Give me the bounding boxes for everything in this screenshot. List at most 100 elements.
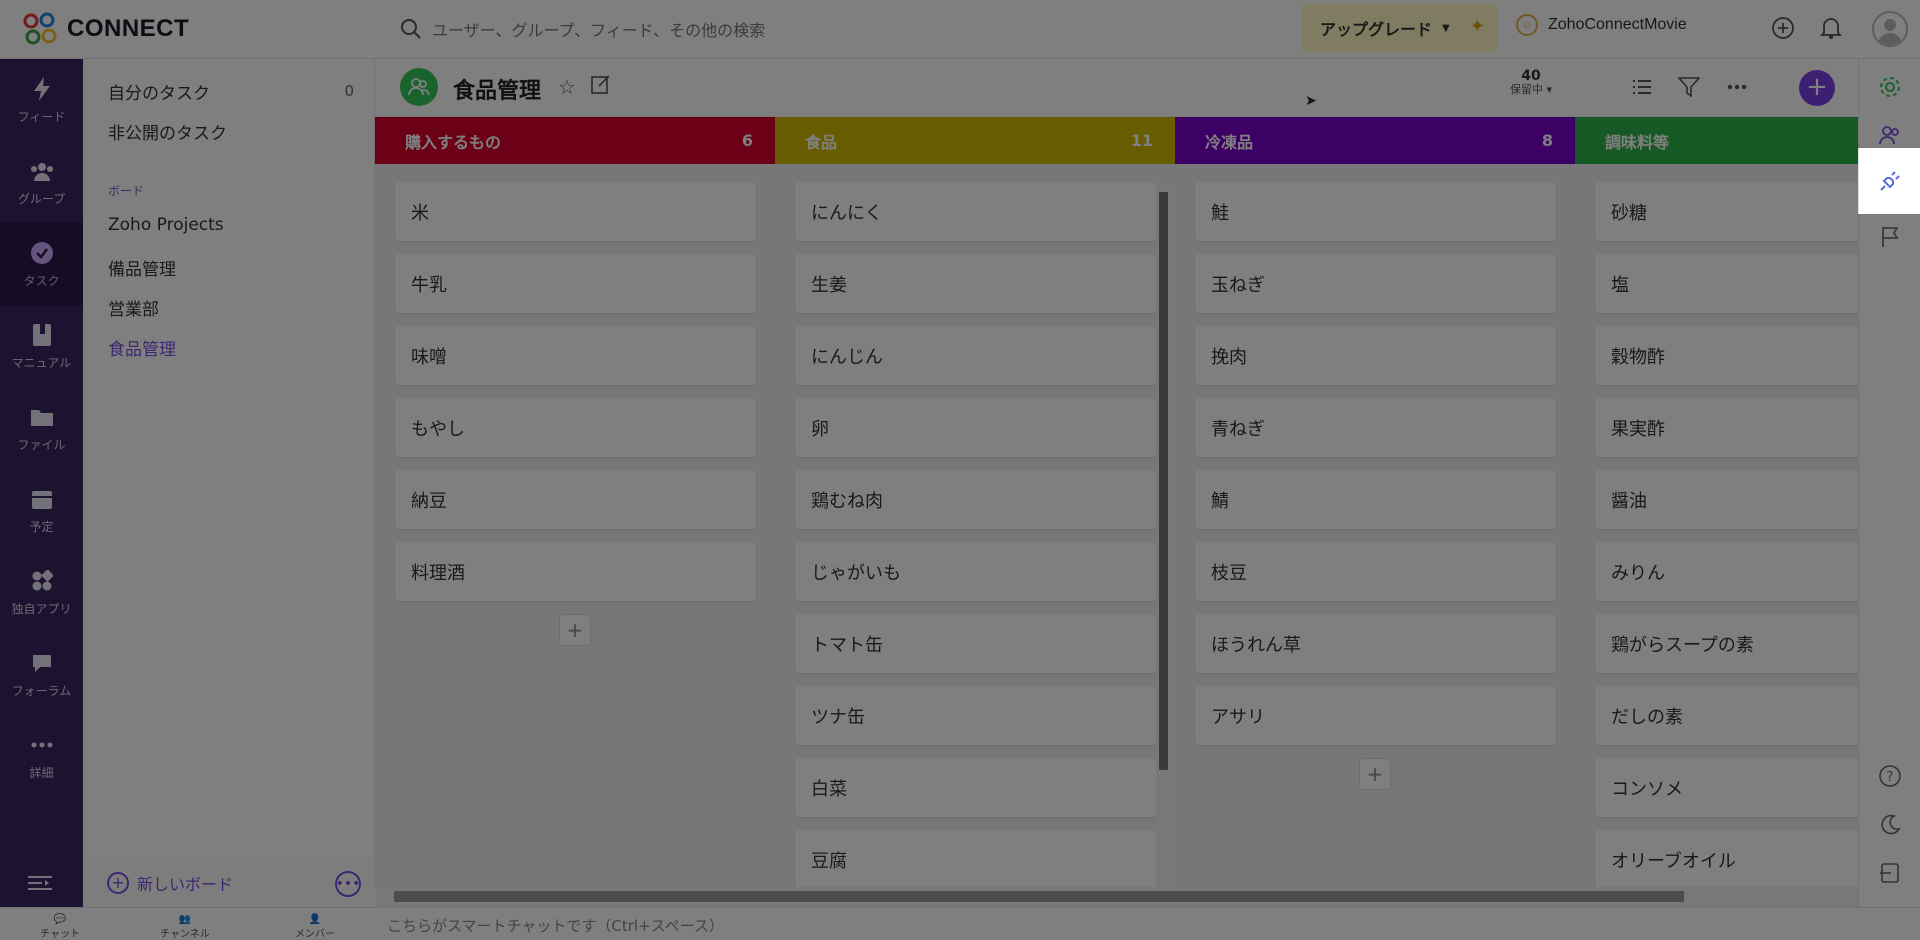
task-card[interactable]: にんじん <box>795 326 1156 385</box>
task-card[interactable]: 鶏がらスープの素 <box>1595 614 1858 673</box>
task-card[interactable]: 鮭 <box>1195 182 1556 241</box>
add-task-button[interactable]: + <box>1799 70 1835 106</box>
task-card[interactable]: 塩 <box>1595 254 1858 313</box>
task-card[interactable]: 米 <box>395 182 756 241</box>
sidebar-item-private-tasks[interactable]: 非公開のタスク <box>108 119 227 144</box>
collapse-nav-icon[interactable] <box>28 875 52 895</box>
search-bar[interactable]: ユーザー、グループ、フィード、その他の検索 <box>400 14 1000 44</box>
vertical-scrollbar[interactable] <box>1156 182 1171 887</box>
new-board-bar: + 新しいボード ••• <box>83 857 375 907</box>
filter-icon[interactable] <box>1676 74 1702 100</box>
my-tasks-count: 0 <box>344 82 354 100</box>
app-logo[interactable]: CONNECT <box>21 11 189 47</box>
list-view-icon[interactable] <box>1629 74 1655 100</box>
new-board-button[interactable]: 新しいボード <box>137 871 233 895</box>
task-card[interactable]: じゃがいも <box>795 542 1156 601</box>
task-card[interactable]: アサリ <box>1195 686 1556 745</box>
edit-board-icon[interactable] <box>590 74 612 100</box>
task-card[interactable]: ツナ缶 <box>795 686 1156 745</box>
task-card[interactable]: 牛乳 <box>395 254 756 313</box>
task-card[interactable]: 味噌 <box>395 326 756 385</box>
tab-label: メンバー <box>295 929 335 940</box>
add-board-icon[interactable]: + <box>107 871 129 894</box>
column-title: 食品 <box>805 132 838 152</box>
smart-chat-input[interactable]: こちらがスマートチャットです（Ctrl+スペース） <box>387 915 724 936</box>
nav-item-manual[interactable]: マニュアル <box>0 305 83 387</box>
task-card[interactable]: 鶏むね肉 <box>795 470 1156 529</box>
avatar[interactable] <box>1872 11 1908 47</box>
task-card[interactable]: 醤油 <box>1595 470 1858 529</box>
nav-item-feed[interactable]: フィード <box>0 59 83 141</box>
task-card[interactable]: 卵 <box>795 398 1156 457</box>
task-card[interactable]: 白菜 <box>795 758 1156 817</box>
more-actions-icon[interactable] <box>1724 74 1750 100</box>
tab-members[interactable]: 👤 メンバー <box>285 914 345 940</box>
add-card-button[interactable]: + <box>559 614 591 646</box>
nav-item-groups[interactable]: グループ <box>0 141 83 223</box>
task-card[interactable]: 砂糖 <box>1595 182 1858 241</box>
members-icon[interactable] <box>1876 121 1904 149</box>
sidebar-item-board[interactable]: Zoho Projects <box>108 215 224 235</box>
column-header[interactable]: 食品 11 <box>775 117 1175 164</box>
search-input[interactable]: ユーザー、グループ、フィード、その他の検索 <box>432 17 765 41</box>
hold-filter[interactable]: 40 保留中 ▾ <box>1510 69 1552 97</box>
left-nav: フィード グループ タスク マニュアル ファイル 予定 独自アプリ フォーラム … <box>0 59 83 907</box>
column-header[interactable]: 購入するもの 6 <box>375 117 775 164</box>
plug-icon <box>1879 171 1900 191</box>
apps-icon <box>29 568 55 594</box>
sidebar-item-board[interactable]: 営業部 <box>108 295 159 320</box>
scrollbar-thumb[interactable] <box>394 891 1684 902</box>
task-card[interactable]: 料理酒 <box>395 542 756 601</box>
sidebar-item-my-tasks[interactable]: 自分のタスク <box>108 79 210 104</box>
flag-icon[interactable] <box>1876 223 1904 251</box>
org-switcher[interactable]: ☺ ZohoConnectMovie <box>1516 14 1687 36</box>
task-card[interactable]: 豆腐 <box>795 830 1156 889</box>
task-card[interactable]: だしの素 <box>1595 686 1858 745</box>
scrollbar-thumb[interactable] <box>1159 192 1168 770</box>
screen-share-icon[interactable] <box>1876 859 1904 887</box>
task-card[interactable]: コンソメ <box>1595 758 1858 817</box>
top-bar: CONNECT ユーザー、グループ、フィード、その他の検索 アップグレード ▼ … <box>0 0 1920 59</box>
more-options-icon[interactable]: ••• <box>335 871 361 897</box>
task-card[interactable]: もやし <box>395 398 756 457</box>
sidebar-item-board-active[interactable]: 食品管理 <box>108 335 176 360</box>
nav-item-more[interactable]: 詳細 <box>0 715 83 797</box>
task-card[interactable]: 枝豆 <box>1195 542 1556 601</box>
task-card[interactable]: 鯖 <box>1195 470 1556 529</box>
task-card[interactable]: 玉ねぎ <box>1195 254 1556 313</box>
upgrade-button[interactable]: アップグレード ▼ ✦ <box>1302 4 1497 52</box>
tab-channel[interactable]: 👥 チャンネル <box>155 914 215 940</box>
nav-item-calendar[interactable]: 予定 <box>0 469 83 551</box>
nav-item-tasks[interactable]: タスク <box>0 223 83 305</box>
board-column: 購入するもの 6 米 牛乳 味噌 もやし 納豆 料理酒 + <box>375 117 775 889</box>
bottom-bar: 💬 チャット 👥 チャンネル 👤 メンバー こちらがスマートチャットです（Ctr… <box>0 907 1920 940</box>
task-card[interactable]: 果実酢 <box>1595 398 1858 457</box>
board-column: 食品 11 にんにく 生姜 にんじん 卵 鶏むね肉 じゃがいも トマト缶 ツナ缶… <box>775 117 1175 889</box>
nav-item-apps[interactable]: 独自アプリ <box>0 551 83 633</box>
nav-item-files[interactable]: ファイル <box>0 387 83 469</box>
task-card[interactable]: 穀物酢 <box>1595 326 1858 385</box>
bell-icon[interactable] <box>1818 15 1844 41</box>
help-icon[interactable]: ? <box>1876 762 1904 790</box>
settings-gear-icon[interactable] <box>1876 73 1904 101</box>
task-card[interactable]: ほうれん草 <box>1195 614 1556 673</box>
task-card[interactable]: トマト缶 <box>795 614 1156 673</box>
horizontal-scrollbar[interactable] <box>376 887 1858 906</box>
task-card[interactable]: 生姜 <box>795 254 1156 313</box>
star-icon[interactable]: ☆ <box>558 75 576 99</box>
task-card[interactable]: 挽肉 <box>1195 326 1556 385</box>
column-header[interactable]: 冷凍品 8 <box>1175 117 1575 164</box>
nav-item-forum[interactable]: フォーラム <box>0 633 83 715</box>
task-card[interactable]: オリーブオイル <box>1595 830 1858 889</box>
task-card[interactable]: みりん <box>1595 542 1858 601</box>
task-card[interactable]: にんにく <box>795 182 1156 241</box>
sidebar-item-board[interactable]: 備品管理 <box>108 255 176 280</box>
dark-mode-icon[interactable] <box>1876 811 1904 839</box>
add-circle-icon[interactable] <box>1770 15 1796 41</box>
integration-plug-button[interactable] <box>1858 148 1920 214</box>
task-card[interactable]: 青ねぎ <box>1195 398 1556 457</box>
add-card-button[interactable]: + <box>1359 758 1391 790</box>
column-header[interactable]: 調味料等 <box>1575 117 1858 164</box>
tab-chat[interactable]: 💬 チャット <box>30 914 90 940</box>
task-card[interactable]: 納豆 <box>395 470 756 529</box>
